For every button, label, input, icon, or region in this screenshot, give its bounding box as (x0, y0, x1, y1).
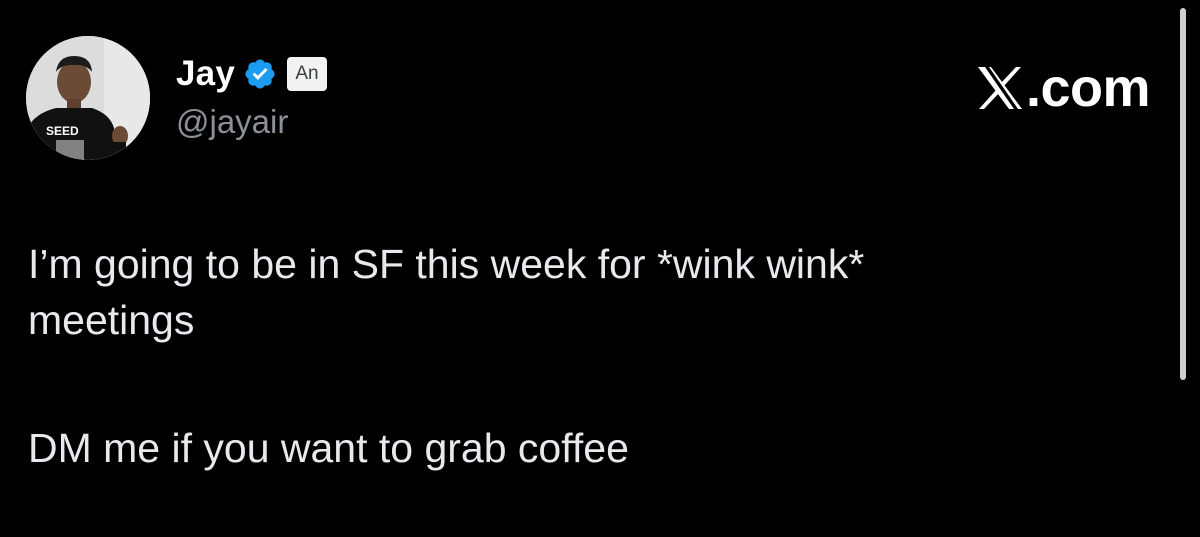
scrollbar[interactable] (1180, 8, 1186, 380)
tweet-text-line: I’m going to be in SF this week for *win… (28, 241, 865, 287)
tweet-text: I’m going to be in SF this week for *win… (28, 236, 1108, 476)
username-handle[interactable]: @jayair (176, 100, 327, 144)
brand-watermark: .com (976, 58, 1151, 118)
author-info: Jay An @jayair (176, 52, 327, 144)
tweet-text-line: DM me if you want to grab coffee (28, 425, 629, 471)
avatar-shirt-text: SEED (46, 124, 79, 138)
tweet-text-line: meetings (28, 297, 195, 343)
brand-domain-text: .com (1025, 58, 1151, 118)
verified-badge-icon[interactable] (243, 57, 277, 91)
tweet-card: SEED Jay An @jayair .com I’m going to be… (0, 0, 1200, 537)
translate-badge[interactable]: An (287, 57, 327, 91)
name-row: Jay An (176, 52, 327, 96)
display-name[interactable]: Jay (176, 52, 235, 96)
x-logo-icon (976, 65, 1024, 111)
avatar-photo: SEED (26, 36, 150, 160)
avatar[interactable]: SEED (26, 36, 150, 160)
